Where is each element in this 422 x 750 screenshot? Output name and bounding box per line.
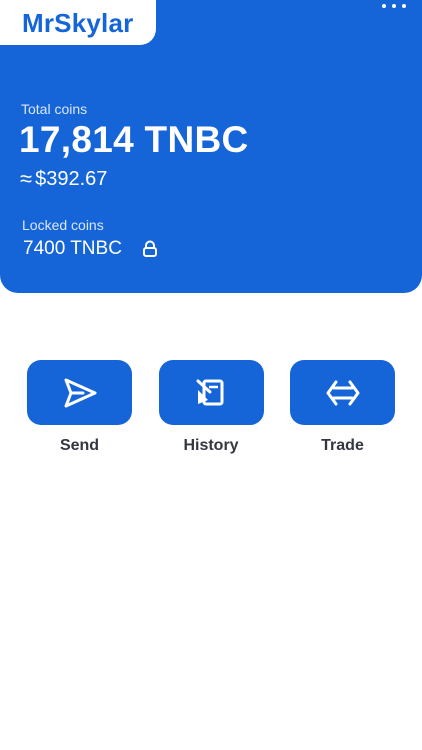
action-buttons: Send History Trade — [27, 360, 395, 460]
history-button[interactable] — [158, 360, 264, 425]
history-action[interactable]: History — [158, 360, 264, 460]
send-button[interactable] — [27, 360, 132, 425]
trade-label: Trade — [321, 437, 364, 454]
more-horizontal-icon-dot — [392, 4, 396, 8]
send-icon — [64, 378, 96, 407]
send-action[interactable]: Send — [27, 360, 132, 460]
lock-icon — [142, 240, 158, 258]
fiat-value: $392.67 — [35, 167, 108, 190]
balance-card: MrSkylar Total coins 17,814 TNBC ≈ $392.… — [0, 0, 422, 293]
history-icon — [196, 379, 224, 405]
fiat-value-row: ≈ $392.67 — [20, 166, 107, 192]
total-coins-value: 17,814 TNBC — [19, 119, 249, 160]
approx-icon: ≈ — [20, 166, 33, 191]
locked-coins-row: 7400 TNBC — [23, 238, 158, 260]
trade-icon — [326, 380, 359, 405]
send-label: Send — [59, 437, 100, 454]
total-coins-label: Total coins — [21, 101, 88, 117]
username: MrSkylar — [22, 7, 134, 38]
trade-button[interactable] — [290, 360, 395, 425]
username-tab: MrSkylar — [0, 0, 156, 45]
more-horizontal-icon-dot — [402, 4, 406, 8]
locked-coins-label: Locked coins — [22, 217, 104, 233]
more-horizontal-icon — [382, 4, 386, 8]
wallet-screen: MrSkylar Total coins 17,814 TNBC ≈ $392.… — [0, 0, 422, 750]
trade-action[interactable]: Trade — [290, 360, 395, 460]
history-label: History — [183, 437, 239, 454]
more-options-button[interactable] — [382, 0, 406, 12]
locked-coins-value: 7400 TNBC — [23, 238, 122, 259]
